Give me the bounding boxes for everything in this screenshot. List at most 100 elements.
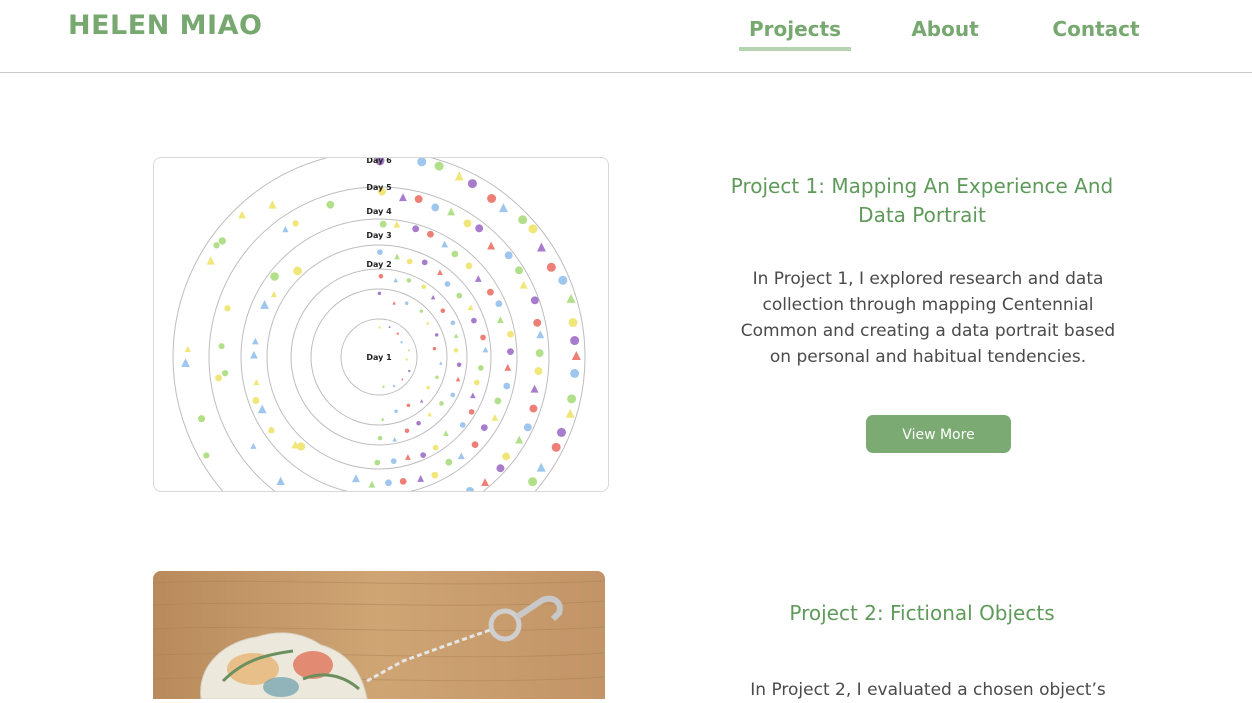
portrait-mark — [252, 337, 259, 345]
portrait-mark — [252, 397, 260, 404]
portrait-mark — [469, 392, 476, 399]
portrait-mark — [454, 171, 464, 181]
portrait-mark — [257, 404, 267, 414]
portrait-mark — [392, 301, 396, 305]
portrait-mark — [406, 403, 411, 408]
portrait-mark — [515, 435, 524, 444]
portrait-mark — [408, 369, 411, 373]
portrait-mark — [471, 317, 477, 324]
portrait-mark — [465, 262, 473, 270]
portrait-mark — [481, 478, 489, 487]
portrait-mark — [270, 291, 277, 298]
portrait-mark — [250, 350, 258, 359]
portrait-mark — [494, 397, 502, 405]
portrait-mark — [431, 471, 439, 479]
nav-about[interactable]: About — [905, 17, 985, 41]
portrait-mark — [487, 241, 496, 250]
portrait-mark — [445, 458, 453, 466]
portrait-mark — [471, 441, 479, 449]
portrait-mark — [203, 452, 210, 459]
portrait-mark — [206, 256, 215, 265]
portrait-mark — [496, 464, 505, 473]
fictional-object-illustration — [153, 571, 605, 699]
portrait-mark — [385, 479, 392, 487]
portrait-mark — [477, 365, 484, 371]
portrait-mark — [441, 240, 449, 248]
portrait-mark — [504, 251, 513, 260]
portrait-mark — [440, 308, 446, 314]
portrait-mark — [414, 195, 423, 203]
portrait-mark — [530, 296, 539, 305]
portrait-mark — [450, 392, 456, 398]
portrait-mark — [463, 219, 472, 228]
portrait-mark — [253, 379, 260, 386]
portrait-mark — [566, 293, 576, 303]
portrait-day-label: Day 2 — [366, 260, 391, 269]
portrait-mark — [503, 382, 511, 390]
nav-contact[interactable]: Contact — [1047, 17, 1145, 41]
brand-logo[interactable]: HELEN MIAO — [68, 10, 262, 41]
portrait-mark — [412, 225, 420, 233]
portrait-mark — [380, 417, 385, 421]
portrait-mark — [352, 474, 360, 483]
nav-projects[interactable]: Projects — [739, 17, 851, 51]
portrait-mark — [467, 179, 477, 189]
portrait-mark — [404, 428, 410, 434]
portrait-mark — [374, 459, 381, 466]
portrait-mark — [450, 320, 456, 326]
portrait-mark — [431, 203, 440, 212]
portrait-mark — [393, 277, 399, 283]
portrait-mark — [456, 362, 462, 368]
portrait-mark — [268, 200, 277, 209]
portrait-mark — [260, 300, 269, 309]
portrait-mark — [530, 384, 539, 393]
portrait-mark — [518, 215, 528, 225]
portrait-mark — [495, 300, 503, 308]
view-more-button[interactable]: View More — [866, 415, 1011, 453]
portrait-mark — [432, 444, 439, 451]
portrait-mark — [466, 487, 474, 491]
portrait-mark — [475, 224, 484, 233]
portrait-mark — [507, 330, 514, 338]
portrait-mark — [439, 361, 443, 365]
portrait-mark — [416, 420, 421, 426]
project1-description: In Project 1, I explored research and da… — [740, 269, 1116, 367]
portrait-mark — [474, 275, 482, 282]
portrait-mark — [377, 435, 383, 441]
project2-fictional-object-photo — [153, 571, 605, 699]
portrait-mark — [213, 242, 220, 249]
portrait-mark — [565, 408, 575, 418]
portrait-mark — [326, 200, 335, 209]
portrait-mark — [435, 375, 439, 379]
portrait-mark — [533, 318, 542, 327]
portrait-mark — [399, 477, 407, 485]
portrait-mark — [556, 427, 566, 437]
portrait-mark — [536, 330, 545, 339]
portrait-day-label: Day 6 — [366, 158, 392, 165]
portrait-mark — [456, 292, 463, 299]
portrait-mark — [459, 422, 466, 428]
portrait-mark — [404, 301, 409, 306]
portrait-mark — [502, 452, 511, 461]
portrait-mark — [401, 377, 404, 381]
portrait-day-label: Day 3 — [366, 231, 391, 240]
portrait-day-label: Day 5 — [366, 183, 392, 192]
portrait-mark — [434, 333, 439, 337]
portrait-mark — [570, 336, 580, 346]
portrait-mark — [528, 477, 538, 487]
portrait-mark — [221, 369, 229, 377]
portrait-mark — [392, 384, 396, 388]
portrait-mark — [368, 480, 376, 488]
portrait-mark — [421, 284, 427, 290]
portrait-mark — [405, 358, 408, 361]
portrait-mark — [427, 411, 432, 417]
portrait-mark — [515, 266, 523, 275]
portrait-mark — [487, 193, 497, 203]
portrait-mark — [197, 415, 206, 423]
portrait-mark — [378, 273, 384, 279]
portrait-mark — [406, 258, 413, 265]
portrait-mark — [296, 442, 306, 451]
portrait-mark — [421, 259, 428, 266]
portrait-mark — [405, 454, 411, 460]
portrait-mark — [546, 262, 556, 272]
